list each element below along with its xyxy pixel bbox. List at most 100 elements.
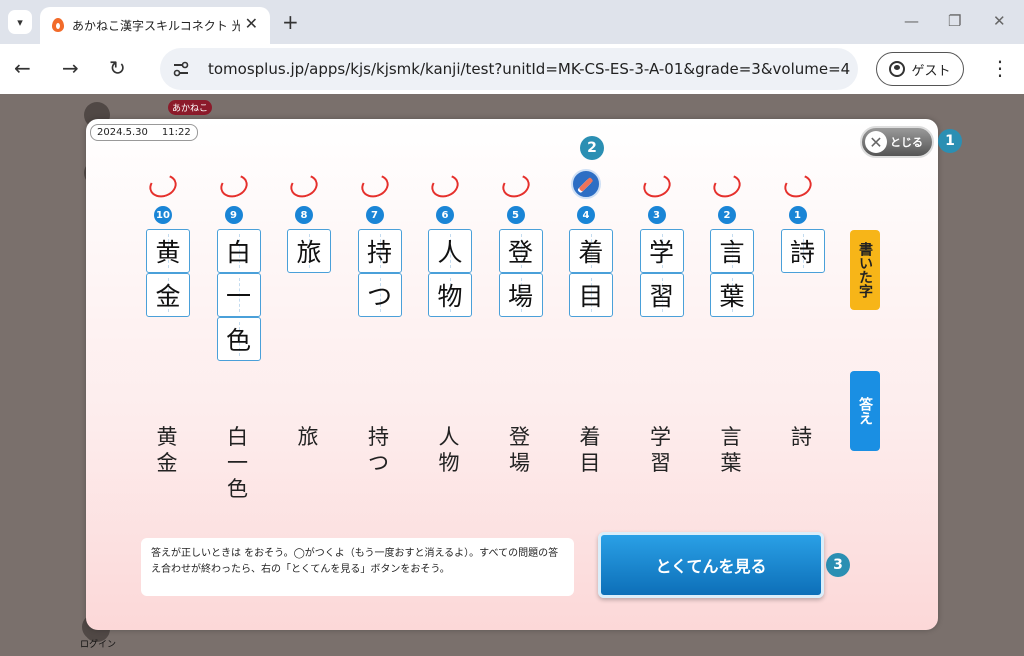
answer-text: 言葉 xyxy=(720,425,742,475)
written-char-box: 習 xyxy=(639,273,684,317)
written-char-box: 人 xyxy=(428,229,472,273)
browser-toolbar: ← → ↻ tomosplus.jp/apps/kjs/kjsmk/kanji/… xyxy=(0,44,1024,94)
written-char-box: つ xyxy=(357,273,402,317)
question-number: 3 xyxy=(647,206,666,224)
answer-text: 着目 xyxy=(579,425,601,475)
view-score-button[interactable]: とくてんを見る xyxy=(598,532,824,598)
written-char-box: 旅 xyxy=(287,229,331,273)
question-number: 10 xyxy=(154,206,172,224)
correct-mark-icon[interactable] xyxy=(428,170,462,202)
site-info-icon[interactable] xyxy=(172,60,190,78)
tab-close-icon[interactable]: ✕ xyxy=(245,14,258,33)
correct-mark-icon[interactable] xyxy=(357,170,392,202)
written-char: 色 xyxy=(225,326,251,355)
answer-text: 学習 xyxy=(650,425,671,475)
tab-title: あかねこ漢字スキルコネクト 光村 xyxy=(72,19,240,33)
callout-1: 1 xyxy=(938,129,962,153)
tab-search-chevron-icon[interactable]: ▾ xyxy=(8,10,32,34)
written-char-box: 黄 xyxy=(146,229,190,273)
window-close-icon[interactable]: ✕ xyxy=(993,12,1006,30)
close-label: とじる xyxy=(890,136,923,149)
time-text: 11:22 xyxy=(161,127,191,138)
written-char-box: 学 xyxy=(639,229,684,273)
instruction-box: 答えが正しいときは をおそう。◯がつくよ（もう一度おすと消えるよ）。すべての問題… xyxy=(141,538,574,596)
profile-icon xyxy=(889,61,906,77)
datetime-badge: 2024.5.30 11:22 xyxy=(90,124,198,141)
question-number: 1 xyxy=(788,206,807,224)
answer-text: 白一色 xyxy=(227,425,248,501)
written-char: つ xyxy=(366,282,392,311)
written-char-box: 一 xyxy=(216,273,261,317)
minimize-icon[interactable]: — xyxy=(904,12,919,30)
correct-mark-icon[interactable] xyxy=(710,170,744,202)
written-char: 着 xyxy=(578,238,604,267)
callout-3: 3 xyxy=(826,553,850,577)
correct-mark-icon[interactable] xyxy=(498,170,533,202)
answer-text: 人物 xyxy=(438,425,460,475)
tab-bar: ▾ あかねこ漢字スキルコネクト 光村 ✕ + — ❐ ✕ xyxy=(0,0,1024,44)
forward-icon[interactable]: → xyxy=(62,56,79,80)
written-char: 黄 xyxy=(155,238,181,267)
written-char-box: 目 xyxy=(569,273,613,317)
written-char-box: 白 xyxy=(216,229,261,273)
browser-tab[interactable]: あかねこ漢字スキルコネクト 光村 ✕ xyxy=(40,7,270,44)
answer-text: 旅 xyxy=(297,425,319,449)
bg-login-label: ログイン xyxy=(80,640,117,650)
written-char: 葉 xyxy=(719,282,745,311)
written-char: 言 xyxy=(719,238,745,267)
correct-mark-icon[interactable] xyxy=(639,170,674,202)
answer-text: 持つ xyxy=(368,425,389,475)
callout-2: 2 xyxy=(580,136,604,160)
written-char-box: 色 xyxy=(216,317,261,361)
written-char: 詩 xyxy=(789,238,815,267)
bg-logo: あかねこ xyxy=(168,100,213,115)
written-char: 物 xyxy=(437,282,463,311)
written-char: 学 xyxy=(648,238,674,267)
favicon-icon xyxy=(52,18,64,32)
correct-mark-icon[interactable] xyxy=(287,170,321,202)
guest-label: ゲスト xyxy=(911,63,951,79)
written-answer-tab[interactable]: 書いた字 xyxy=(850,230,880,310)
written-char: 旅 xyxy=(296,238,322,267)
question-number: 9 xyxy=(224,206,243,224)
written-char: 白 xyxy=(225,238,251,267)
written-char: 持 xyxy=(366,238,392,267)
written-char: 場 xyxy=(507,282,533,311)
written-char-box: 詩 xyxy=(780,229,825,273)
close-icon: ✕ xyxy=(865,131,887,153)
url-text[interactable]: tomosplus.jp/apps/kjs/kjsmk/kanji/test?u… xyxy=(208,60,850,78)
correct-answer-tab[interactable]: 答え xyxy=(850,371,880,451)
written-char: 目 xyxy=(578,282,604,311)
written-char: 登 xyxy=(507,238,533,267)
correct-mark-icon[interactable] xyxy=(780,170,815,202)
guest-profile-button[interactable]: ゲスト xyxy=(876,52,964,86)
date-text: 2024.5.30 xyxy=(97,127,148,138)
question-number: 4 xyxy=(577,206,595,224)
answer-text: 詩 xyxy=(791,425,812,449)
correct-mark-icon[interactable] xyxy=(216,170,251,202)
written-char-box: 言 xyxy=(710,229,754,273)
browser-menu-icon[interactable]: ⋮ xyxy=(990,56,1010,80)
address-bar[interactable]: tomosplus.jp/apps/kjs/kjsmk/kanji/test?u… xyxy=(160,48,858,90)
answer-text: 登場 xyxy=(509,425,530,475)
question-number: 6 xyxy=(436,206,454,224)
grade-pencil-icon[interactable] xyxy=(571,169,601,199)
new-tab-button[interactable]: + xyxy=(282,10,299,34)
written-char-box: 葉 xyxy=(710,273,754,317)
reload-icon[interactable]: ↻ xyxy=(109,56,126,80)
back-icon[interactable]: ← xyxy=(14,56,31,80)
written-char-box: 持 xyxy=(357,229,402,273)
written-char: 人 xyxy=(437,238,463,267)
written-char: 金 xyxy=(155,282,181,311)
question-number: 8 xyxy=(295,206,313,224)
correct-mark-icon[interactable] xyxy=(146,170,180,202)
question-number: 7 xyxy=(365,206,384,224)
written-char: 習 xyxy=(648,282,674,311)
question-number: 2 xyxy=(718,206,736,224)
written-char-box: 金 xyxy=(146,273,190,317)
answer-text: 黄金 xyxy=(156,425,178,475)
written-char-box: 登 xyxy=(498,229,543,273)
restore-icon[interactable]: ❐ xyxy=(948,12,961,30)
close-button[interactable]: ✕ とじる xyxy=(860,126,934,158)
written-char-box: 着 xyxy=(569,229,613,273)
